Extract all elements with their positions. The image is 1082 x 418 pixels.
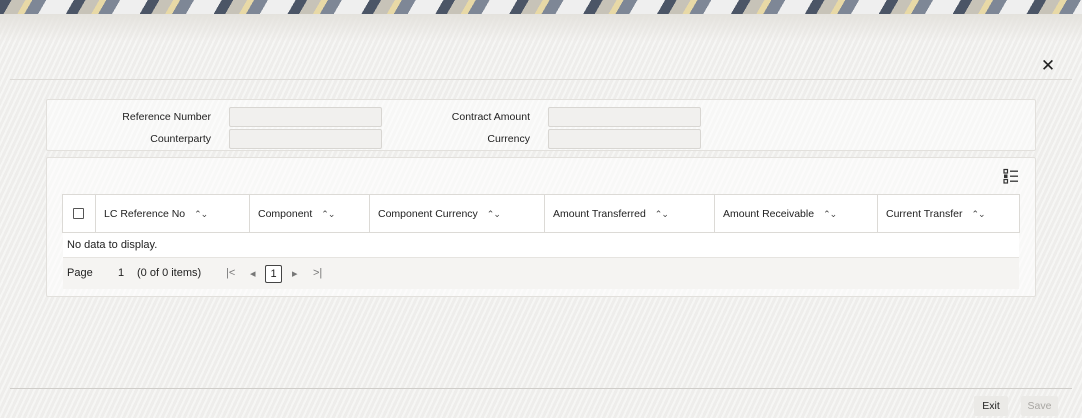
first-page-button[interactable]: |< [226,267,235,279]
last-page-button[interactable]: >| [313,267,322,279]
column-label: LC Reference No [104,207,186,220]
column-header-amount-transferred[interactable]: Amount Transferred ⌃⌄ [544,194,715,233]
sort-icon[interactable]: ⌃⌄ [655,209,669,219]
column-header-lc-reference-no[interactable]: LC Reference No ⌃⌄ [95,194,250,233]
counterparty-label: Counterparty [150,133,211,145]
column-label: Component [258,207,313,220]
items-info: (0 of 0 items) [137,267,202,279]
reference-number-label: Reference Number [122,111,211,123]
contract-amount-label: Contract Amount [451,111,530,123]
save-button[interactable]: Save [1021,396,1058,416]
sort-icon[interactable]: ⌃⌄ [321,209,335,219]
header-divider [10,79,1072,80]
column-header-component-currency[interactable]: Component Currency ⌃⌄ [369,194,545,233]
select-all-header [62,194,96,233]
column-label: Current Transfer [886,207,963,220]
column-label: Amount Receivable [723,207,815,220]
pagination-bar: Page 1 (0 of 0 items) |< ◂ 1 ▸ >| [63,257,1019,289]
close-icon[interactable]: ✕ [1038,56,1058,76]
currency-label: Currency [487,133,530,145]
next-page-button[interactable]: ▸ [292,267,298,280]
list-view-icon[interactable] [1003,168,1019,184]
page-number-input[interactable]: 1 [118,267,124,279]
grid-header-row: LC Reference No ⌃⌄ Component ⌃⌄ Component … [62,194,1020,233]
previous-page-button[interactable]: ◂ [250,267,256,280]
footer-divider [10,388,1072,389]
transfer-grid: LC Reference No ⌃⌄ Component ⌃⌄ Component … [62,194,1020,233]
current-page-button[interactable]: 1 [265,265,282,283]
reference-number-field[interactable] [229,107,382,127]
counterparty-field[interactable] [229,129,382,149]
page-label: Page [67,267,93,279]
banner-strip [0,0,1082,42]
sort-icon[interactable]: ⌃⌄ [194,209,208,219]
column-label: Component Currency [378,207,478,220]
sort-icon[interactable]: ⌃⌄ [487,209,501,219]
column-header-current-transfer[interactable]: Current Transfer ⌃⌄ [877,194,1020,233]
contract-amount-field[interactable] [548,107,701,127]
sort-icon[interactable]: ⌃⌄ [971,209,985,219]
sort-icon[interactable]: ⌃⌄ [823,209,837,219]
select-all-checkbox[interactable] [73,208,84,220]
column-label: Amount Transferred [553,207,646,220]
column-header-component[interactable]: Component ⌃⌄ [249,194,370,233]
currency-field[interactable] [548,129,701,149]
empty-message: No data to display. [63,233,1019,257]
column-header-amount-receivable[interactable]: Amount Receivable ⌃⌄ [714,194,878,233]
exit-button[interactable]: Exit [974,396,1008,416]
